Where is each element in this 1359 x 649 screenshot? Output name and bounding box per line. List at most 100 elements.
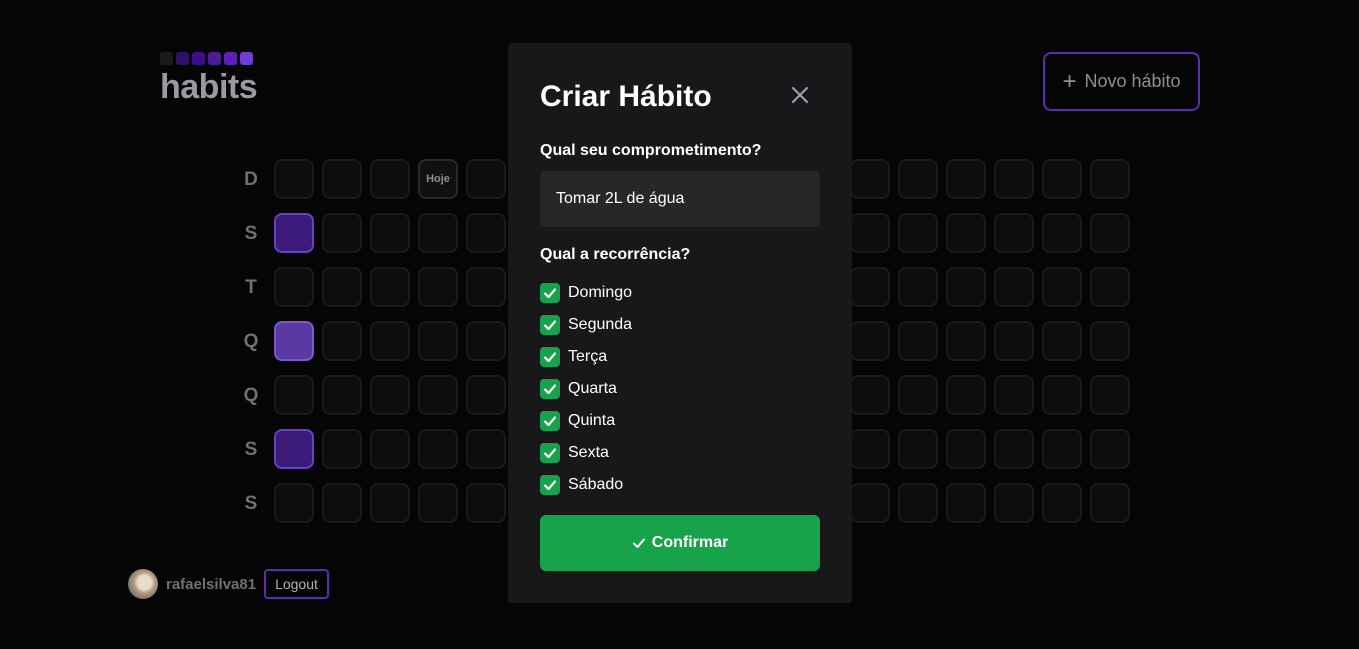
day-cell[interactable] (322, 159, 362, 199)
checkbox-label: Sexta (568, 444, 609, 461)
day-cell[interactable] (1042, 213, 1082, 253)
day-cell[interactable] (418, 213, 458, 253)
day-cell[interactable] (994, 213, 1034, 253)
day-cell[interactable] (322, 267, 362, 307)
day-cell[interactable] (850, 267, 890, 307)
day-cell[interactable] (1042, 159, 1082, 199)
day-cell[interactable] (1090, 429, 1130, 469)
day-cell[interactable] (994, 483, 1034, 523)
day-cell[interactable] (946, 159, 986, 199)
day-cell[interactable] (322, 429, 362, 469)
day-cell[interactable] (370, 375, 410, 415)
close-button[interactable] (788, 83, 812, 107)
day-cell[interactable] (946, 213, 986, 253)
day-cell[interactable] (466, 267, 506, 307)
day-cell[interactable] (274, 375, 314, 415)
day-cell[interactable] (898, 375, 938, 415)
checkbox[interactable] (540, 475, 560, 495)
checkbox[interactable] (540, 347, 560, 367)
day-cell[interactable] (994, 159, 1034, 199)
day-checkbox-sexta[interactable]: Sexta (540, 437, 632, 469)
day-cell[interactable] (322, 375, 362, 415)
day-cell[interactable] (946, 375, 986, 415)
day-cell[interactable] (898, 267, 938, 307)
day-cell[interactable] (418, 375, 458, 415)
day-cell[interactable] (850, 375, 890, 415)
day-cell[interactable] (850, 429, 890, 469)
check-icon (543, 352, 557, 363)
day-cell[interactable] (994, 321, 1034, 361)
day-cell[interactable] (466, 483, 506, 523)
day-cell[interactable] (370, 267, 410, 307)
day-cell[interactable] (994, 375, 1034, 415)
day-cell[interactable] (466, 321, 506, 361)
day-cell[interactable] (274, 483, 314, 523)
day-cell[interactable] (418, 483, 458, 523)
day-cell[interactable] (1090, 267, 1130, 307)
day-cell[interactable] (322, 483, 362, 523)
day-cell[interactable] (418, 267, 458, 307)
day-cell[interactable] (1090, 375, 1130, 415)
checkbox[interactable] (540, 443, 560, 463)
day-cell[interactable] (418, 429, 458, 469)
day-cell[interactable] (466, 213, 506, 253)
day-cell[interactable] (994, 267, 1034, 307)
day-cell[interactable] (1042, 483, 1082, 523)
day-cell[interactable] (370, 429, 410, 469)
day-cell[interactable] (274, 159, 314, 199)
logout-button[interactable]: Logout (264, 569, 329, 599)
day-cell[interactable] (946, 483, 986, 523)
today-cell[interactable]: Hoje (418, 159, 458, 199)
day-cell[interactable] (1090, 483, 1130, 523)
day-cell[interactable] (1042, 429, 1082, 469)
day-cell[interactable] (850, 483, 890, 523)
day-cell[interactable] (946, 321, 986, 361)
day-cell[interactable] (898, 429, 938, 469)
day-cell[interactable] (370, 159, 410, 199)
day-cell[interactable] (946, 429, 986, 469)
day-checkbox-quarta[interactable]: Quarta (540, 373, 632, 405)
day-cell[interactable] (1090, 321, 1130, 361)
day-cell[interactable] (370, 483, 410, 523)
day-checkbox-sabado[interactable]: Sábado (540, 469, 632, 501)
day-cell[interactable] (274, 267, 314, 307)
checkbox[interactable] (540, 411, 560, 431)
new-habit-button[interactable]: + Novo hábito (1043, 52, 1200, 111)
day-cell[interactable] (322, 321, 362, 361)
commitment-input[interactable] (540, 171, 820, 227)
day-cell[interactable] (418, 321, 458, 361)
day-cell[interactable] (274, 213, 314, 253)
weekday-label: S (244, 439, 258, 460)
day-cell[interactable] (898, 483, 938, 523)
checkbox[interactable] (540, 283, 560, 303)
day-cell[interactable] (994, 429, 1034, 469)
day-cell[interactable] (466, 429, 506, 469)
day-checkbox-domingo[interactable]: Domingo (540, 277, 632, 309)
day-cell[interactable] (466, 375, 506, 415)
avatar[interactable] (128, 569, 158, 599)
day-checkbox-segunda[interactable]: Segunda (540, 309, 632, 341)
day-cell[interactable] (850, 159, 890, 199)
day-cell[interactable] (1090, 159, 1130, 199)
day-cell[interactable] (946, 267, 986, 307)
day-cell[interactable] (1042, 321, 1082, 361)
day-cell[interactable] (850, 213, 890, 253)
day-cell[interactable] (370, 321, 410, 361)
day-cell[interactable] (850, 321, 890, 361)
day-cell[interactable] (898, 159, 938, 199)
day-checkbox-terca[interactable]: Terça (540, 341, 632, 373)
day-cell[interactable] (1042, 375, 1082, 415)
day-cell[interactable] (322, 213, 362, 253)
day-cell[interactable] (274, 321, 314, 361)
day-cell[interactable] (1090, 213, 1130, 253)
confirm-button[interactable]: Confirmar (540, 515, 820, 571)
day-cell[interactable] (370, 213, 410, 253)
day-cell[interactable] (274, 429, 314, 469)
checkbox[interactable] (540, 379, 560, 399)
day-cell[interactable] (466, 159, 506, 199)
day-cell[interactable] (1042, 267, 1082, 307)
day-checkbox-quinta[interactable]: Quinta (540, 405, 632, 437)
checkbox[interactable] (540, 315, 560, 335)
day-cell[interactable] (898, 321, 938, 361)
day-cell[interactable] (898, 213, 938, 253)
